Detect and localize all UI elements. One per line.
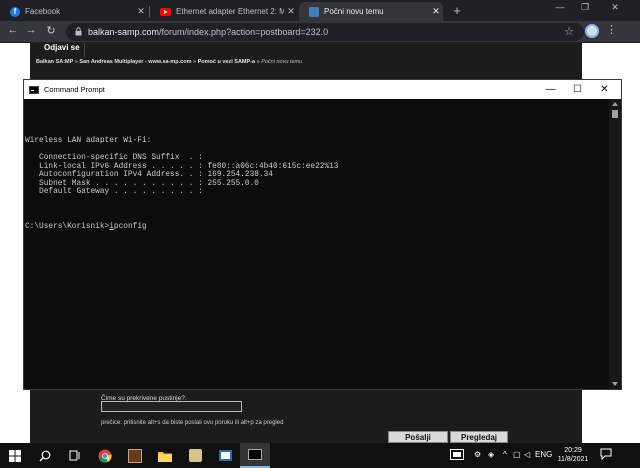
breadcrumb: Balkan SA:MP » San Andreas Multiplayer -… — [36, 59, 302, 65]
console-line: Default Gateway . . . . . . . . . : — [25, 188, 203, 197]
dropbox-icon[interactable]: ◈ — [488, 450, 494, 459]
tab-pocni-novu-temu[interactable]: Počni novu temu ✕ — [299, 2, 443, 21]
scroll-down-arrow-icon[interactable] — [612, 382, 618, 386]
clock-date: 11/8/2021 — [557, 456, 589, 463]
browser-toolbar: ← → ↻ balkan-samp.com/forum/index.php?ac… — [0, 21, 640, 43]
console-line: Connection-specific DNS Suffix . : — [25, 153, 203, 162]
breadcrumb-item-category[interactable]: San Andreas Multiplayer - www.sa-mp.com — [79, 59, 191, 65]
tab-ethernet-adapter[interactable]: Ethernet adapter Ethernet 2: Med ✕ — [150, 2, 298, 21]
command-prompt-titlebar[interactable]: Command Prompt — ☐ ✕ — [24, 80, 621, 99]
close-tab-icon[interactable]: ✕ — [429, 6, 443, 17]
taskbar-chrome[interactable] — [90, 443, 120, 468]
console-line: Wireless LAN adapter Wi-Fi: — [25, 136, 152, 145]
back-button[interactable]: ← — [6, 24, 20, 36]
address-bar[interactable]: balkan-samp.com/forum/index.php?action=p… — [66, 23, 584, 41]
typed-command: pconfig — [113, 222, 147, 231]
shortcut-hint: prečice: pritisnite alt+s da biste posla… — [101, 420, 284, 426]
taskbar-media-app[interactable] — [210, 443, 240, 468]
taskbar-samp-app[interactable] — [180, 443, 210, 468]
volume-icon[interactable]: ◁ — [524, 450, 530, 459]
system-clock[interactable]: 20:29 11/8/2021 — [555, 446, 591, 464]
taskbar-file-explorer[interactable] — [150, 443, 180, 468]
chrome-icon — [98, 449, 112, 463]
taskbar-game-app[interactable] — [120, 443, 150, 468]
logout-link[interactable]: Odjavi se — [40, 43, 85, 57]
reload-button[interactable]: ↻ — [44, 24, 58, 37]
close-tab-icon[interactable]: ✕ — [134, 6, 148, 17]
url-path: /forum/index.php?action=postboard=232.0 — [159, 27, 329, 37]
tab-facebook[interactable]: f Facebook ✕ — [0, 2, 148, 21]
console-line: Link-local IPv6 Address . . . . . : fe80… — [25, 162, 339, 171]
game-app-icon — [128, 448, 142, 463]
youtube-icon — [160, 7, 171, 16]
start-button[interactable] — [0, 443, 30, 468]
close-tab-icon[interactable]: ✕ — [284, 6, 298, 17]
samp-app-icon — [188, 449, 202, 462]
clock-time: 20:29 — [564, 447, 582, 454]
media-app-icon — [218, 450, 232, 461]
tab-title: Ethernet adapter Ethernet 2: Med — [176, 7, 284, 16]
search-button[interactable] — [30, 443, 60, 468]
console-line: Autoconfiguration IPv4 Address. . : 169.… — [25, 171, 273, 180]
steam-icon[interactable]: ⚙ — [474, 450, 481, 459]
facebook-icon: f — [10, 6, 20, 17]
windows-taskbar: ⚙ ◈ ^ ▢ ◁ ENG 20:29 11/8/2021 — [0, 443, 640, 468]
close-window-button[interactable]: ✕ — [591, 80, 618, 99]
breadcrumb-current: Počni novu temu — [261, 59, 303, 65]
preview-button[interactable]: Pregledaj — [450, 431, 508, 443]
lock-icon — [75, 27, 82, 36]
more-menu-icon[interactable]: ⋮ — [606, 23, 617, 36]
maximize-button[interactable]: ☐ — [564, 80, 591, 99]
restore-button[interactable]: ❐ — [570, 2, 600, 13]
prompt-path: C:\Users\Korisnik> — [25, 222, 110, 231]
tab-title: Facebook — [25, 7, 61, 16]
task-view-icon — [69, 450, 80, 461]
search-icon — [39, 450, 51, 461]
minimize-button[interactable]: — — [537, 80, 564, 99]
sa-mp-icon — [309, 6, 319, 17]
notifications-icon[interactable] — [600, 448, 612, 462]
task-view-button[interactable] — [60, 443, 90, 468]
tab-title: Počni novu temu — [324, 7, 384, 16]
console-prompt-line: C:\Users\Korisnik>ipconfig — [25, 223, 609, 232]
forward-button[interactable]: → — [24, 24, 38, 36]
new-tab-button[interactable]: + — [450, 3, 464, 18]
language-indicator[interactable]: ENG — [535, 450, 552, 459]
folder-icon — [158, 451, 172, 462]
console-icon — [29, 85, 39, 94]
url-host: balkan-samp.com — [88, 27, 160, 37]
close-window-button[interactable]: ✕ — [600, 2, 630, 13]
bookmark-star-icon[interactable]: ☆ — [564, 25, 574, 38]
tray-app-icon[interactable] — [450, 449, 464, 462]
console-output[interactable]: Wireless LAN adapter Wi-Fi: Connection-s… — [24, 99, 609, 389]
scroll-up-arrow-icon[interactable] — [612, 102, 618, 106]
profile-avatar[interactable] — [585, 24, 599, 38]
window-title: Command Prompt — [44, 85, 105, 94]
console-lines: Wireless LAN adapter Wi-Fi: Connection-s… — [25, 128, 609, 205]
console-icon — [248, 449, 262, 460]
browser-tab-strip: f Facebook ✕ Ethernet adapter Ethernet 2… — [0, 0, 640, 21]
taskbar-command-prompt[interactable] — [240, 443, 270, 468]
breadcrumb-item-board[interactable]: Pomoć u vezi SAMP-a — [198, 59, 255, 65]
network-icon[interactable]: ▢ — [513, 450, 521, 459]
verification-answer-input[interactable] — [101, 401, 242, 412]
windows-logo-icon — [9, 449, 21, 462]
command-prompt-window[interactable]: Command Prompt — ☐ ✕ Wireless LAN adapte… — [23, 79, 622, 390]
console-line: Subnet Mask . . . . . . . . . . . : 255.… — [25, 179, 259, 188]
show-hidden-icons-icon[interactable]: ^ — [503, 450, 507, 459]
breadcrumb-item-home[interactable]: Balkan SA:MP — [36, 59, 73, 65]
console-scrollbar[interactable] — [609, 99, 621, 389]
submit-button[interactable]: Pošalji — [388, 431, 448, 443]
scroll-thumb[interactable] — [612, 110, 618, 118]
